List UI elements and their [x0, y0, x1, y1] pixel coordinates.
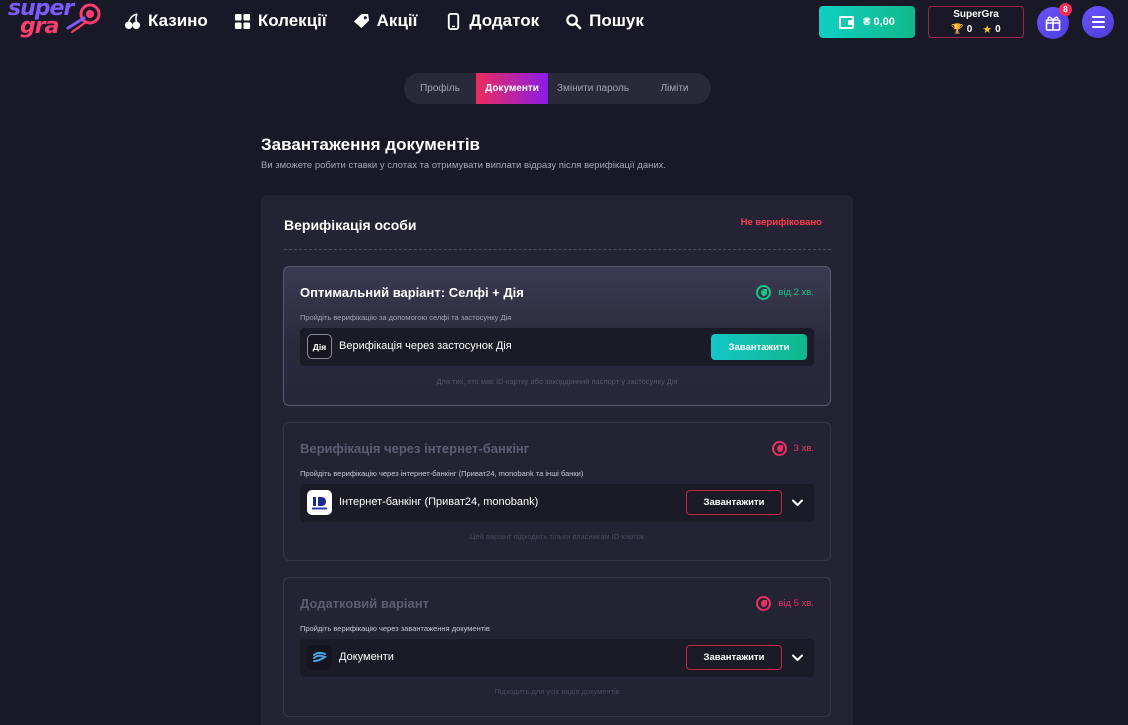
option-time: 3 хв. — [771, 441, 814, 456]
option-note: Підходить для усіх видів документів — [494, 687, 620, 696]
nav-promotions[interactable]: Акції — [353, 10, 418, 32]
account-tabs: Профіль Документи Змінити пароль Ліміти — [404, 73, 711, 104]
nav-search[interactable]: Пошук — [565, 10, 644, 32]
phone-icon — [448, 12, 460, 30]
upload-button-bankid[interactable]: Завантажити — [686, 490, 782, 515]
nav-app[interactable]: Додаток — [445, 10, 539, 32]
page-title: Завантаження документів — [261, 135, 481, 154]
tab-limits[interactable]: Ліміти — [638, 73, 711, 104]
wallet-icon — [839, 15, 855, 29]
option-note: Для тих, хто має ID-картку або закордонн… — [436, 377, 678, 386]
nav-collections[interactable]: Колекції — [234, 10, 327, 32]
clock-icon — [756, 285, 772, 300]
bankid-icon — [307, 490, 332, 515]
option-documents: Додатковий варіант від 5 хв. Пройдіть ве… — [283, 577, 831, 717]
option-description: Пройдіть верифікацію через інтернет-банк… — [300, 469, 584, 478]
nav-casino[interactable]: Казино — [124, 10, 208, 32]
option-internet-banking: Верифікація через інтернет-банкінг 3 хв.… — [283, 422, 831, 561]
rocket-icon — [66, 3, 101, 33]
option-time-label: 3 хв. — [793, 443, 814, 454]
option-description: Пройдіть верифікацію за допомогою селфі … — [300, 313, 512, 322]
page-subtitle: Ви зможете робити ставки у слотах та отр… — [261, 160, 667, 171]
star-icon: ★ — [982, 23, 993, 36]
option-time-label: від 2 хв. — [778, 287, 814, 298]
method-row-bankid[interactable]: Інтернет-банкінг (Приват24, monobank) За… — [300, 484, 814, 522]
option-title: Додатковий варіант — [300, 596, 429, 611]
option-time-label: від 5 хв. — [778, 598, 814, 609]
tab-change-password[interactable]: Змінити пароль — [548, 73, 638, 104]
upload-button-documents[interactable]: Завантажити — [686, 645, 782, 670]
supergra-logo[interactable]: super gra — [6, 0, 102, 42]
method-label: Документи — [339, 651, 394, 663]
trophy-value: 0 — [966, 23, 973, 35]
tag-icon — [353, 13, 369, 28]
clock-icon — [771, 441, 787, 456]
wallet-balance-button[interactable]: ₴ 0,00 — [819, 6, 915, 38]
option-title: Верифікація через інтернет-банкінг — [300, 441, 530, 456]
user-profile-box[interactable]: SuperGra 🏆 0 ★ 0 — [928, 6, 1024, 38]
wallet-balance: ₴ 0,00 — [863, 16, 895, 28]
trophy-icon: 🏆 — [951, 23, 964, 35]
grid-icon — [234, 13, 250, 29]
clock-icon — [756, 596, 772, 611]
main-nav: Казино Колекції Акції Додаток Пошук — [124, 10, 644, 32]
trophy-count: 🏆 0 — [951, 23, 972, 36]
hamburger-menu-button[interactable] — [1082, 6, 1114, 38]
upload-button-diia[interactable]: Завантажити — [711, 334, 807, 360]
option-title: Оптимальний варіант: Селфі + Дія — [300, 285, 524, 300]
cherry-icon — [124, 12, 141, 29]
nav-promotions-label: Акції — [376, 11, 418, 30]
verification-status: Не верифіковано — [740, 217, 822, 228]
method-row-documents[interactable]: Документи Завантажити — [300, 639, 814, 677]
method-label: Верифікація через застосунок Дія — [339, 340, 512, 352]
user-stats: 🏆 0 ★ 0 — [951, 23, 1000, 36]
tab-documents[interactable]: Документи — [476, 73, 548, 104]
star-value: 0 — [995, 23, 1001, 35]
diia-icon: Дія — [307, 334, 332, 359]
nav-search-label: Пошук — [589, 11, 644, 30]
option-time: від 2 хв. — [756, 285, 814, 300]
tab-profile[interactable]: Профіль — [404, 73, 476, 104]
search-icon — [566, 13, 582, 29]
username: SuperGra — [953, 8, 999, 20]
nav-app-label: Додаток — [469, 11, 540, 30]
method-row-diia[interactable]: Дія Верифікація через застосунок Дія Зав… — [300, 328, 814, 366]
chevron-down-icon[interactable] — [791, 651, 804, 664]
gifts-count-badge: 8 — [1059, 3, 1072, 16]
option-selfie-diia: Оптимальний варіант: Селфі + Дія від 2 х… — [283, 266, 831, 406]
identity-verification-card: Верифікація особи Не верифіковано Оптима… — [261, 195, 853, 725]
divider — [284, 249, 831, 250]
method-label: Інтернет-банкінг (Приват24, monobank) — [339, 496, 539, 508]
nav-casino-label: Казино — [148, 11, 208, 30]
gift-icon — [1045, 16, 1061, 31]
option-time: від 5 хв. — [756, 596, 814, 611]
option-note: Цей варіант підходить тільки власникам I… — [469, 532, 645, 541]
option-description: Пройдіть верифікацію через завантаження … — [300, 624, 490, 633]
star-count: ★ 0 — [982, 23, 1000, 36]
chevron-down-icon[interactable] — [791, 496, 804, 509]
documents-icon — [307, 645, 332, 670]
nav-collections-label: Колекції — [257, 11, 327, 30]
top-header: super gra Казино Колекції Акції Додаток … — [0, 0, 1128, 44]
logo-line2: gra — [20, 14, 59, 39]
verification-section-title: Верифікація особи — [284, 217, 417, 233]
